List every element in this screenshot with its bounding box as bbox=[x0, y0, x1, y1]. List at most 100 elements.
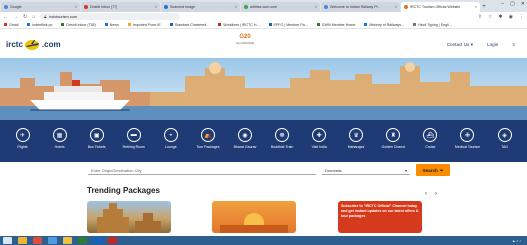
package-card-temple[interactable] bbox=[87, 201, 171, 233]
service-item[interactable]: ♛ Maharajas' bbox=[338, 128, 375, 149]
start-icon[interactable] bbox=[3, 237, 12, 244]
bookmark-item[interactable]: News bbox=[104, 23, 119, 27]
service-icon: ▬ bbox=[126, 128, 141, 142]
bookmark-favicon-icon bbox=[218, 23, 222, 27]
bookmark-item[interactable]: Hindi Typing | Engli... bbox=[413, 23, 452, 27]
home-icon[interactable]: ⌂ bbox=[32, 14, 35, 20]
tab-label: Scanned Image bbox=[170, 5, 196, 9]
g20-logo: G20 भारत 2023 INDIA bbox=[233, 33, 257, 48]
service-item[interactable]: ◉ Bharat Gaurav bbox=[226, 128, 263, 149]
service-icon: ♛ bbox=[349, 128, 364, 142]
explorer-icon[interactable] bbox=[18, 237, 27, 244]
tab-close-icon[interactable]: × bbox=[395, 5, 397, 9]
package-card-festival[interactable] bbox=[212, 201, 296, 233]
tab-close-icon[interactable]: × bbox=[475, 5, 477, 9]
service-label: Buddhist Train bbox=[270, 145, 294, 149]
festival-image bbox=[220, 213, 288, 233]
service-label: Flights bbox=[17, 145, 28, 149]
maximize-icon[interactable]: ▢ bbox=[510, 1, 515, 7]
browser-tab[interactable]: Google × bbox=[1, 2, 80, 12]
tab-close-icon[interactable]: × bbox=[75, 5, 77, 9]
subscribe-promo-card[interactable]: Subscribe to "IRCTC Official" Channel to… bbox=[338, 201, 422, 233]
bookmark-item[interactable]: Ministry of Railways... bbox=[364, 23, 404, 27]
lock-icon: 🔒︎ bbox=[44, 14, 47, 19]
minimize-icon[interactable]: – bbox=[501, 1, 504, 7]
browser-tab[interactable]: IRCTC Tourism Official Website × bbox=[401, 2, 480, 12]
share-icon[interactable]: ⇪ bbox=[478, 14, 482, 20]
services-row: ✈ Flights ▦ Hotels ▣ Bus Tickets ▬ Retiring Roo… bbox=[0, 120, 527, 162]
tab-close-icon[interactable]: × bbox=[235, 5, 237, 9]
bookmark-favicon-icon bbox=[316, 23, 320, 27]
destination-input[interactable]: Enter Origin/Destination City bbox=[88, 166, 316, 175]
service-item[interactable]: ▦ Hotels bbox=[41, 128, 78, 149]
browser-tab[interactable]: adithse.com.com × bbox=[241, 2, 320, 12]
hamburger-icon[interactable]: ≡ bbox=[512, 42, 515, 48]
service-icon: ☸ bbox=[275, 128, 290, 142]
reload-icon[interactable]: ↻ bbox=[23, 14, 27, 20]
service-item[interactable]: ☸ Buddhist Train bbox=[264, 128, 301, 149]
service-item[interactable]: ✙ Medical Tourism bbox=[449, 128, 486, 149]
pdf-icon[interactable] bbox=[108, 237, 117, 244]
address-bar-row: ← → ↻ ⌂ 🔒︎ irctctourism.com ⇪ ☆ ✱ ◉ ⋮ bbox=[0, 12, 527, 21]
extensions-icon[interactable]: ✱ bbox=[498, 14, 502, 20]
bookmark-item[interactable]: EPFO | Member Pa... bbox=[268, 22, 308, 27]
service-item[interactable]: ▬ Retiring Room bbox=[115, 128, 152, 149]
new-tab-icon[interactable]: + bbox=[480, 2, 488, 12]
service-item[interactable]: ✚ Visit India bbox=[301, 128, 338, 149]
tab-favicon-icon bbox=[244, 5, 248, 9]
back-icon[interactable]: ← bbox=[3, 14, 8, 20]
service-label: TAG bbox=[501, 145, 509, 149]
services-strip: ✈ Flights ▦ Hotels ▣ Bus Tickets ▬ Retiring Roo… bbox=[0, 120, 527, 162]
service-item[interactable]: ⛴ Cruise bbox=[412, 128, 449, 149]
screen: { "browser": { "tabs": [ {"label": "Goog… bbox=[0, 0, 527, 245]
media-icon[interactable] bbox=[33, 237, 42, 244]
bookmark-favicon-icon bbox=[127, 23, 131, 27]
bookmark-star-icon[interactable]: ☆ bbox=[488, 14, 492, 20]
filter-icon: ⏷ bbox=[439, 167, 444, 173]
bookmark-item[interactable]: indentlink.pc bbox=[27, 23, 52, 27]
contact-us-link[interactable]: Contact Us ▾ bbox=[447, 42, 473, 48]
bookmark-item[interactable]: Standard Chartered... bbox=[169, 23, 209, 27]
tab-favicon-icon bbox=[164, 5, 168, 9]
bookmark-item[interactable]: Worklines | IRCTC H... bbox=[218, 23, 260, 27]
service-item[interactable]: ♜ Golden Chariot bbox=[375, 128, 412, 149]
bookmark-item[interactable]: Imported From IE bbox=[127, 23, 161, 27]
carousel-arrows: ‹ › bbox=[425, 191, 437, 197]
bookmark-label: Drishti Inbox (738) bbox=[66, 22, 96, 27]
service-item[interactable]: ◒ Lounge bbox=[152, 128, 189, 149]
login-link[interactable]: Login bbox=[487, 42, 498, 48]
trending-title: Trending Packages bbox=[87, 186, 160, 195]
bookmark-item[interactable]: Drishti Inbox (738) bbox=[61, 22, 96, 27]
service-item[interactable]: ▣ Bus Tickets bbox=[78, 128, 115, 149]
service-item[interactable]: ◈ TAG bbox=[486, 128, 523, 149]
bookmark-item[interactable]: GWN Member Home bbox=[316, 22, 356, 27]
tab-close-icon[interactable]: × bbox=[155, 5, 157, 9]
next-arrow-icon[interactable]: › bbox=[435, 191, 437, 197]
service-icon: ◒ bbox=[163, 128, 178, 142]
service-item[interactable]: ⛺ Tour Packages bbox=[189, 128, 226, 149]
chrome-icon[interactable] bbox=[48, 237, 57, 244]
bookmark-label: EPFO | Member Pa... bbox=[273, 22, 308, 27]
browser-menu-icon[interactable]: ⋮ bbox=[519, 14, 524, 20]
browser-tab[interactable]: Drishti Inbox (77) × bbox=[81, 2, 160, 12]
url-field[interactable]: 🔒︎ irctctourism.com bbox=[40, 13, 181, 20]
irctc-logo[interactable]: irctc .com bbox=[6, 38, 61, 51]
folder-icon[interactable] bbox=[63, 237, 72, 244]
browser-tab[interactable]: Welcome to Indian Railway Pl... × bbox=[321, 2, 400, 12]
service-icon: ✙ bbox=[460, 128, 475, 142]
browser-tab[interactable]: Scanned Image × bbox=[161, 2, 240, 12]
trip-type-select[interactable]: Domestic ▾ bbox=[322, 166, 410, 175]
bookmark-favicon-icon bbox=[268, 23, 272, 27]
excel-icon[interactable] bbox=[78, 237, 87, 244]
close-window-icon[interactable]: ✕ bbox=[521, 1, 525, 7]
g20-subtitle: भारत 2023 INDIA bbox=[235, 42, 255, 45]
search-button[interactable]: Search ⏷ bbox=[416, 164, 450, 176]
forward-icon[interactable]: → bbox=[13, 14, 18, 20]
prev-arrow-icon[interactable]: ‹ bbox=[425, 191, 427, 197]
profile-icon[interactable]: ◉ bbox=[509, 14, 513, 20]
bookmark-item[interactable]: Gmail bbox=[4, 23, 18, 27]
bookmark-label: GWN Member Home bbox=[321, 22, 356, 27]
word-icon[interactable] bbox=[93, 237, 102, 244]
tab-close-icon[interactable]: × bbox=[315, 5, 317, 9]
service-item[interactable]: ✈ Flights bbox=[4, 128, 41, 149]
